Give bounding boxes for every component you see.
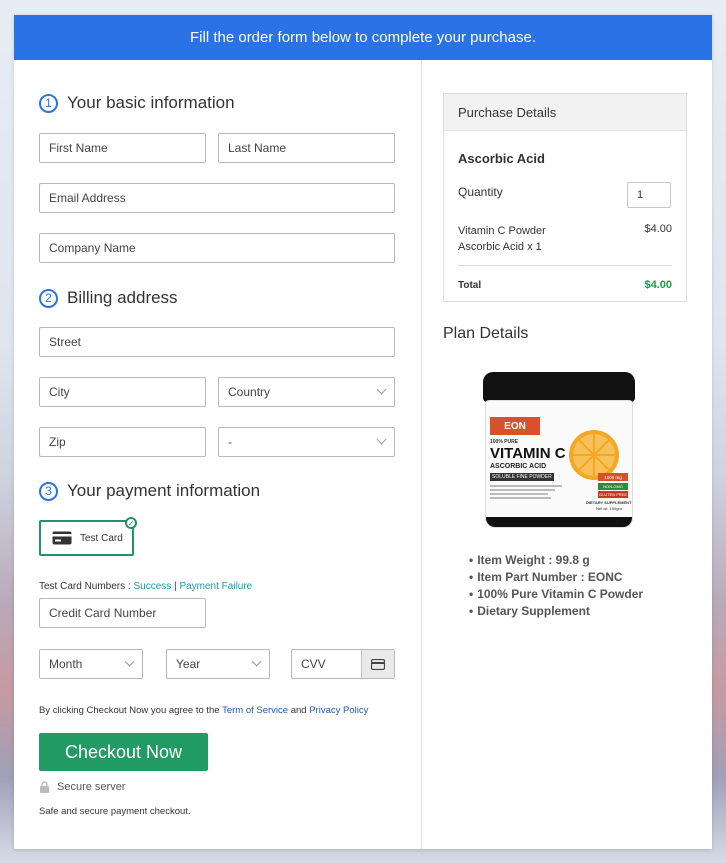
section-title: Billing address — [67, 288, 178, 307]
month-select-value: Month — [49, 657, 83, 671]
line-item-detail: Ascorbic Acid x 1 — [458, 241, 542, 253]
terms-prefix: By clicking Checkout Now you agree to th… — [39, 705, 223, 716]
secure-server: Secure server — [39, 781, 125, 793]
credit-card-icon — [371, 658, 385, 670]
total-divider — [458, 265, 672, 266]
jar-dietary-text: DIETARY SUPPLEMENT — [586, 500, 632, 505]
section-billing: 2 Billing address — [39, 288, 178, 308]
year-select-value: Year — [176, 657, 201, 671]
section-basic-info: 1 Your basic information — [39, 93, 235, 113]
jar-powder-text: SOLUBLE FINE POWDER — [490, 473, 554, 481]
plan-details-title: Plan Details — [443, 325, 529, 342]
jar-netwt-text: Net wt. 150gm — [596, 506, 622, 511]
terms-of-service-link[interactable]: Term of Service — [222, 705, 288, 716]
company-field[interactable]: Company Name — [39, 233, 395, 263]
last-name-field[interactable]: Last Name — [218, 133, 395, 163]
test-card-label: Test Card — [80, 532, 123, 544]
test-card-numbers: Test Card Numbers : Success | Payment Fa… — [39, 581, 252, 592]
country-select-value: Country — [228, 385, 271, 399]
state-select[interactable]: - — [218, 427, 395, 457]
step-number: 2 — [39, 288, 58, 308]
chevron-down-icon — [124, 656, 135, 667]
terms-agreement: By clicking Checkout Now you agree to th… — [39, 705, 368, 716]
chevron-down-icon — [376, 384, 387, 395]
chevron-down-icon — [251, 656, 262, 667]
country-select[interactable]: Country — [218, 377, 395, 407]
quantity-label: Quantity — [458, 185, 503, 199]
step-number: 1 — [39, 93, 58, 113]
step-number: 3 — [39, 481, 58, 501]
credit-card-field[interactable]: Credit Card Number — [39, 598, 206, 628]
jar-gluten-badge: GLUTEN FREE — [598, 491, 628, 498]
chevron-down-icon — [376, 434, 387, 445]
month-select[interactable]: Month — [39, 649, 143, 679]
test-card-numbers-label: Test Card Numbers : — [39, 581, 134, 592]
check-icon: ✓ — [125, 517, 137, 529]
success-link[interactable]: Success — [133, 581, 171, 592]
list-item: Item Part Number : EONC — [469, 569, 643, 586]
product-image: EON 100% PURE VITAMIN C ASCORBIC ACID SO… — [483, 372, 635, 530]
street-field[interactable]: Street — [39, 327, 395, 357]
lock-icon — [40, 781, 49, 793]
year-select[interactable]: Year — [166, 649, 270, 679]
checkout-button[interactable]: Checkout Now — [39, 733, 208, 771]
state-select-value: - — [228, 435, 232, 449]
header-banner: Fill the order form below to complete yo… — [14, 15, 712, 60]
jar-nongmo-badge: NON-GMO — [598, 483, 628, 490]
purchase-details-header: Purchase Details — [444, 94, 686, 131]
test-card-option[interactable]: Test Card ✓ — [39, 517, 137, 556]
product-name: Ascorbic Acid — [458, 151, 545, 166]
order-form-card: Fill the order form below to complete yo… — [14, 15, 712, 849]
total-value: $4.00 — [644, 279, 672, 291]
plan-feature-list: Item Weight : 99.8 g Item Part Number : … — [469, 552, 643, 620]
brand-logo: EON — [490, 417, 540, 435]
jar-small-print — [490, 483, 562, 505]
section-payment: 3 Your payment information — [39, 481, 260, 501]
jar-sub-name: ASCORBIC ACID — [490, 463, 547, 470]
secure-server-text: Secure server — [57, 781, 126, 793]
column-divider — [421, 60, 422, 849]
privacy-policy-link[interactable]: Privacy Policy — [309, 705, 368, 716]
cvv-placeholder: CVV — [301, 657, 326, 671]
jar-mg-badge: 1000 mg — [598, 473, 628, 481]
card-icon-box — [361, 650, 394, 678]
city-field[interactable]: City — [39, 377, 206, 407]
total-label: Total — [458, 280, 482, 291]
email-field[interactable]: Email Address — [39, 183, 395, 213]
jar-base — [486, 517, 632, 527]
section-title: Your payment information — [67, 481, 261, 500]
zip-field[interactable]: Zip — [39, 427, 206, 457]
credit-card-icon — [52, 531, 72, 545]
payment-failure-link[interactable]: Payment Failure — [179, 581, 252, 592]
quantity-input[interactable]: 1 — [627, 182, 671, 208]
section-title: Your basic information — [67, 93, 235, 112]
first-name-field[interactable]: First Name — [39, 133, 206, 163]
jar-body: EON 100% PURE VITAMIN C ASCORBIC ACID SO… — [485, 400, 633, 528]
cvv-field[interactable]: CVV — [291, 649, 395, 679]
list-item: Item Weight : 99.8 g — [469, 552, 643, 569]
line-item: Vitamin C Powder Ascorbic Acid x 1 — [458, 223, 546, 255]
jar-product-name: VITAMIN C — [490, 445, 566, 462]
terms-and: and — [288, 705, 310, 716]
list-item: 100% Pure Vitamin C Powder — [469, 586, 643, 603]
list-item: Dietary Supplement — [469, 603, 643, 620]
jar-lid — [483, 372, 635, 402]
purchase-details: Purchase Details Ascorbic Acid Quantity … — [443, 93, 687, 302]
line-item-name: Vitamin C Powder — [458, 225, 546, 237]
secure-note: Safe and secure payment checkout. — [39, 806, 191, 817]
line-item-price: $4.00 — [644, 223, 672, 235]
